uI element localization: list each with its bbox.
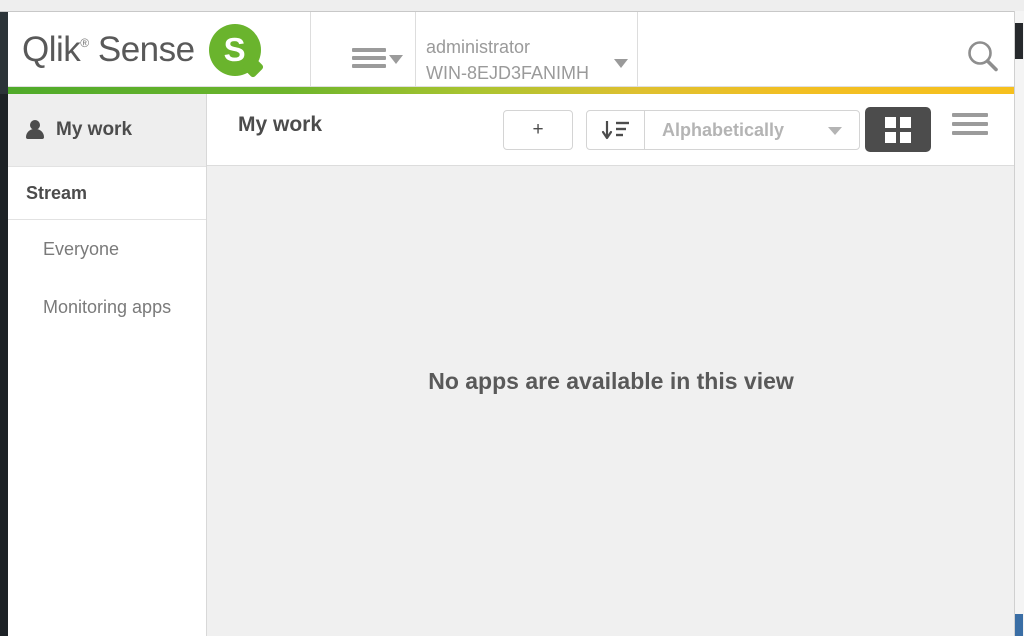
grid-cell bbox=[900, 116, 911, 128]
hamburger-bar bbox=[352, 48, 386, 52]
grid-view-icon bbox=[885, 116, 911, 143]
background-window-left-edge-upper bbox=[0, 12, 8, 94]
sidebar-item-monitoring-apps[interactable]: Monitoring apps bbox=[8, 278, 206, 336]
grid-cell bbox=[885, 131, 896, 143]
window-scrollbar[interactable] bbox=[1014, 11, 1024, 636]
header-spacer-cell bbox=[638, 12, 1015, 87]
list-view-button[interactable] bbox=[952, 113, 988, 143]
list-view-bar bbox=[952, 113, 988, 117]
sidebar: My work Stream Everyone Monitoring apps bbox=[8, 94, 207, 636]
chevron-down-icon[interactable] bbox=[389, 55, 403, 64]
background-window-left-edge bbox=[0, 12, 8, 636]
user-menu[interactable]: administrator WIN-8EJD3FANIMH bbox=[426, 34, 626, 86]
grid-cell bbox=[900, 131, 911, 143]
window-top-strip bbox=[0, 0, 1024, 12]
person-icon bbox=[26, 120, 44, 140]
content-toolbar: My work + Alphabetically bbox=[207, 94, 1015, 166]
sort-descending-icon[interactable] bbox=[587, 111, 645, 149]
sort-order-value: Alphabetically bbox=[662, 119, 785, 140]
hamburger-bar bbox=[352, 56, 386, 60]
person-body bbox=[26, 129, 44, 139]
mark-letter: S bbox=[223, 30, 246, 68]
empty-state-message: No apps are available in this view bbox=[428, 367, 794, 394]
content-area: My work + Alphabetically No apps are ava… bbox=[207, 94, 1015, 636]
qlik-sense-mark-icon: S bbox=[208, 23, 264, 78]
hamburger-bar bbox=[352, 64, 386, 68]
empty-state: No apps are available in this view bbox=[207, 166, 1015, 636]
user-chevron-down-icon[interactable] bbox=[614, 59, 628, 68]
accent-gradient-bar bbox=[8, 87, 1015, 94]
sidebar-item-everyone[interactable]: Everyone bbox=[8, 220, 206, 278]
grid-view-button[interactable] bbox=[865, 107, 931, 152]
brand-product: Sense bbox=[97, 29, 195, 69]
list-view-bar bbox=[952, 131, 988, 135]
scrollbar-thumb[interactable] bbox=[1015, 614, 1023, 636]
grid-cell bbox=[885, 116, 896, 128]
user-host-name: WIN-8EJD3FANIMH bbox=[426, 63, 590, 83]
brand-logo[interactable]: Qlik® Sense S bbox=[22, 12, 264, 87]
search-icon[interactable] bbox=[963, 37, 1003, 77]
sidebar-item-label: My work bbox=[56, 119, 133, 140]
chevron-down-icon bbox=[828, 127, 842, 135]
app-header: Qlik® Sense S administrator WIN-8EJD3FAN… bbox=[8, 12, 1015, 87]
scrollbar-top-segment bbox=[1015, 23, 1023, 59]
page-title: My work bbox=[238, 113, 323, 136]
sort-order-select[interactable]: Alphabetically bbox=[645, 111, 859, 149]
hamburger-icon[interactable] bbox=[352, 48, 386, 68]
user-account-name: administrator bbox=[426, 37, 531, 57]
sidebar-item-my-work[interactable]: My work bbox=[8, 94, 206, 167]
brand-wordmark: Qlik® Sense bbox=[22, 30, 195, 70]
app-root: Qlik® Sense S administrator WIN-8EJD3FAN… bbox=[0, 0, 1024, 636]
list-view-bar bbox=[952, 122, 988, 126]
brand-name: Qlik bbox=[22, 29, 81, 69]
registered-mark: ® bbox=[80, 35, 89, 50]
add-app-button[interactable]: + bbox=[503, 110, 573, 150]
sort-control-group: Alphabetically bbox=[586, 110, 860, 150]
sidebar-section-stream: Stream bbox=[8, 167, 206, 220]
